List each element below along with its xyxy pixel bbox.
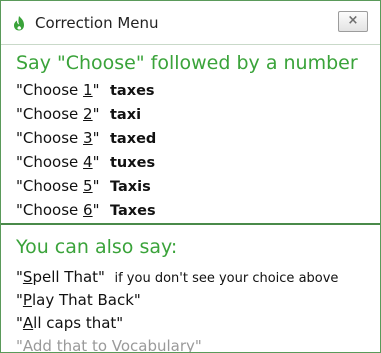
choose-instructions-heading: Say "Choose" followed by a number: [16, 52, 358, 74]
close-icon: ×: [347, 13, 359, 28]
choice-word: Taxes: [110, 203, 156, 219]
choice-number: 6: [83, 201, 93, 219]
choice-command: "Choose 1": [16, 81, 100, 99]
title-bar: Correction Menu ×: [1, 1, 380, 45]
all-caps-that-command[interactable]: "All caps that": [16, 314, 123, 332]
choice-item[interactable]: "Choose 4" tuxes: [16, 150, 156, 174]
choice-number: 4: [83, 153, 93, 171]
choice-word: taxi: [110, 107, 142, 123]
choice-item[interactable]: "Choose 6" Taxes: [16, 198, 156, 222]
section-divider: [1, 223, 380, 225]
add-to-vocabulary-command: "Add that to Vocabulary": [16, 337, 202, 353]
window-title: Correction Menu: [35, 14, 159, 32]
spell-that-command[interactable]: "Spell That" if you don't see your choic…: [16, 268, 338, 286]
shortcut-key: A: [22, 314, 34, 332]
choice-list: "Choose 1" taxes "Choose 2" taxi "Choose 3…: [16, 78, 156, 222]
choice-item[interactable]: "Choose 3" taxed: [16, 126, 156, 150]
choice-number: 3: [83, 129, 93, 147]
shortcut-key: V: [111, 337, 121, 353]
shortcut-key: S: [22, 268, 33, 286]
choice-number: 1: [83, 81, 93, 99]
also-say-heading: You can also say:: [16, 236, 178, 258]
choice-item[interactable]: "Choose 5" Taxis: [16, 174, 156, 198]
correction-menu-window: Correction Menu × Say "Choose" followed …: [0, 0, 381, 353]
choice-word: tuxes: [110, 155, 156, 171]
dragon-flame-icon: [14, 16, 24, 31]
choice-item[interactable]: "Choose 1" taxes: [16, 78, 156, 102]
command-note: if you don't see your choice above: [114, 271, 339, 286]
choice-number: 5: [83, 177, 93, 195]
choice-command: "Choose 3": [16, 129, 100, 147]
close-button[interactable]: ×: [338, 11, 368, 32]
choice-word: taxes: [110, 83, 155, 99]
choice-word: Taxis: [110, 179, 151, 195]
choice-command: "Choose 4": [16, 153, 100, 171]
choice-word: taxed: [110, 131, 157, 147]
shortcut-key: P: [22, 291, 32, 309]
choice-number: 2: [83, 105, 93, 123]
choice-command: "Choose 5": [16, 177, 100, 195]
choice-item[interactable]: "Choose 2" taxi: [16, 102, 156, 126]
choice-command: "Choose 6": [16, 201, 100, 219]
play-that-back-command[interactable]: "Play That Back": [16, 291, 141, 309]
choice-command: "Choose 2": [16, 105, 100, 123]
